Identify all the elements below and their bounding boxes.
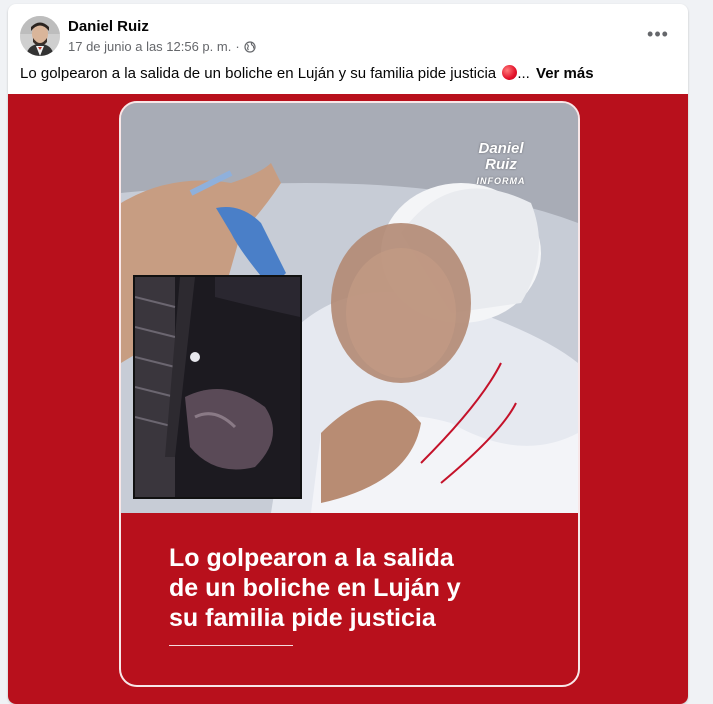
brand-line-2: Ruiz [485,156,517,173]
brand-line-3: INFORMA [476,176,526,186]
post-meta: 17 de junio a las 12:56 p. m. · [68,39,256,54]
caption-text: Lo golpearon a la salida de un boliche e… [20,65,497,82]
brand-line-1: Daniel [478,140,524,157]
author-name[interactable]: Daniel Ruiz [68,18,149,35]
media-headline: Lo golpearon a la salida de un boliche e… [169,543,569,633]
caption-ellipsis: ... [517,65,530,82]
see-more-link[interactable]: Ver más [536,65,594,82]
more-options-icon[interactable]: ••• [640,20,676,48]
post-caption: Lo golpearon a la salida de un boliche e… [20,64,676,84]
post-media[interactable]: Daniel Ruiz INFORMA Lo golpearon a la sa… [8,94,688,704]
headline-line-3: su familia pide justicia [169,604,436,632]
meta-separator: · [235,39,240,54]
more-options-label: ••• [647,23,669,44]
inset-photo-illustration [135,277,300,497]
brand-logo: Daniel Ruiz INFORMA [466,141,536,189]
inset-photo [133,275,302,499]
globe-icon[interactable] [244,40,256,53]
avatar-image [20,16,60,56]
post-card: Daniel Ruiz 17 de junio a las 12:56 p. m… [8,4,688,704]
post-timestamp[interactable]: 17 de junio a las 12:56 p. m. [68,39,231,54]
photo-frame: Daniel Ruiz INFORMA Lo golpearon a la sa… [119,101,580,687]
hospital-photo: Daniel Ruiz INFORMA [121,103,578,513]
red-circle-icon [502,65,518,80]
headline-line-1: Lo golpearon a la salida [169,544,454,572]
headline-line-2: de un boliche en Luján y [169,574,461,602]
avatar[interactable] [20,16,60,56]
headline-underline [169,645,293,646]
